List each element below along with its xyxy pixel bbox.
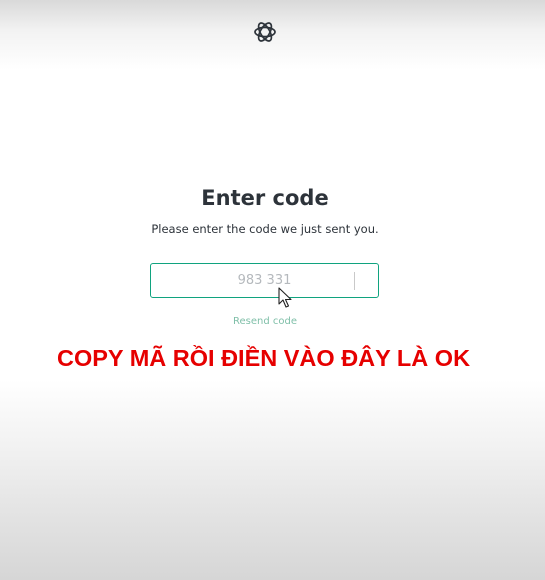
verification-code-input[interactable] (150, 263, 379, 298)
resend-code-link[interactable]: Resend code (0, 316, 530, 327)
text-caret (354, 272, 355, 290)
page-title: Enter code (201, 186, 329, 210)
openai-logo-icon (252, 19, 278, 45)
page-subtitle: Please enter the code we just sent you. (151, 222, 379, 236)
instruction-caption: COPY MÃ RỒI ĐIỀN VÀO ĐÂY LÀ OK (57, 345, 471, 371)
mouse-pointer-icon (278, 287, 294, 309)
